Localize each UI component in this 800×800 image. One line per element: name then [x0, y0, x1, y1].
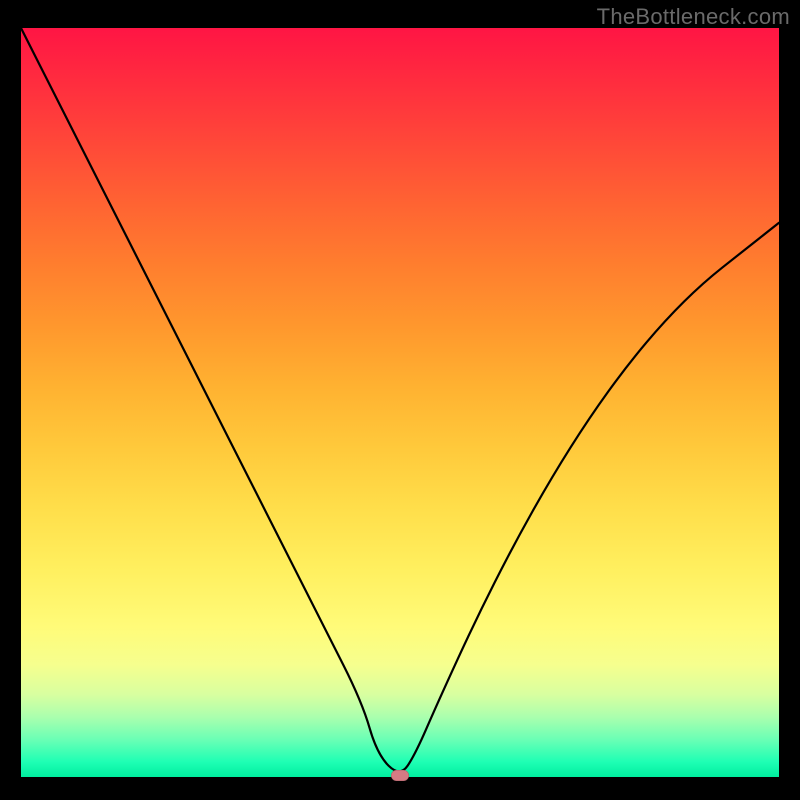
chart-container: TheBottleneck.com: [0, 0, 800, 800]
bottleneck-curve: [21, 28, 779, 777]
optimal-point-marker: [391, 770, 409, 781]
watermark-text: TheBottleneck.com: [597, 4, 790, 30]
plot-area: [21, 28, 779, 777]
